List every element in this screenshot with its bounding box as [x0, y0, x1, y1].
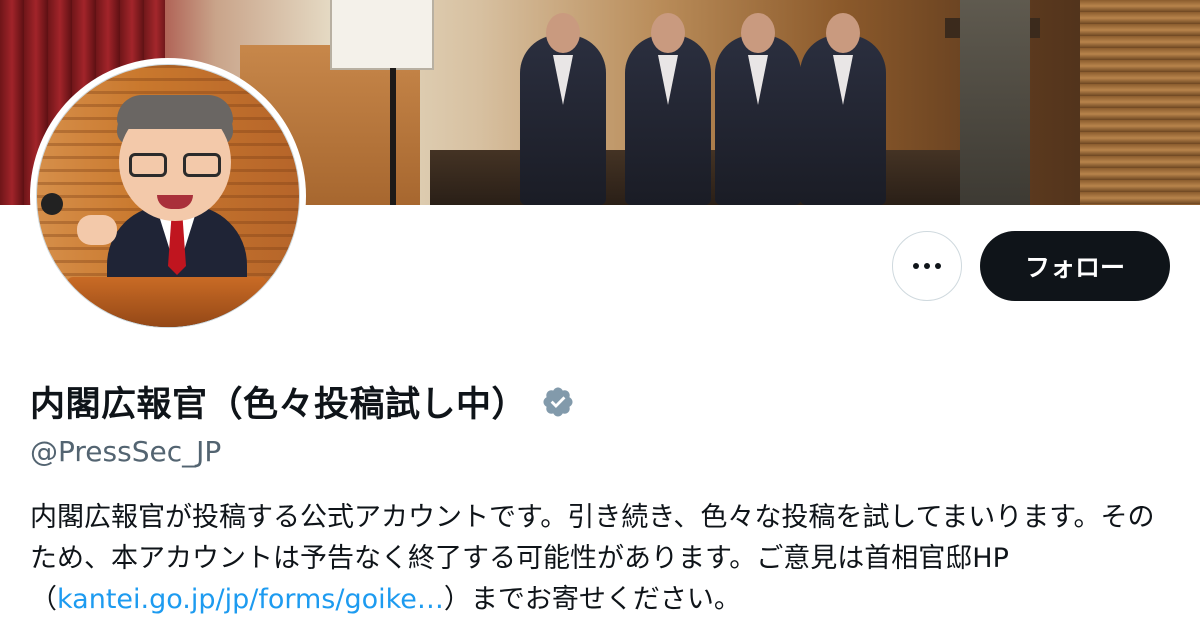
banner-person-standing [960, 0, 1030, 205]
display-name: 内閣広報官（色々投稿試し中） [30, 385, 528, 425]
more-horizontal-icon-dot [924, 263, 930, 269]
profile-avatar[interactable] [30, 58, 306, 334]
banner-person [800, 13, 886, 205]
profile-handle: @PressSec_JP [30, 435, 222, 468]
banner-stand [390, 68, 396, 205]
banner-blinds [1080, 0, 1200, 205]
profile-bio: 内閣広報官が投稿する公式アカウントです。引き続き、色々な投稿を試してまいります。… [30, 497, 1170, 620]
follow-button[interactable]: フォロー [980, 231, 1170, 301]
more-horizontal-icon-dot [935, 263, 941, 269]
more-horizontal-icon [913, 263, 919, 269]
banner-person [520, 13, 606, 205]
bio-link[interactable]: kantei.go.jp/jp/forms/goike… [57, 584, 444, 615]
banner-board [330, 0, 434, 70]
bio-text-end: ）までお寄せください。 [443, 584, 741, 615]
banner-person [715, 13, 801, 205]
banner-person [625, 13, 711, 205]
profile-name-row: 内閣広報官（色々投稿試し中） [30, 376, 575, 427]
more-options-button[interactable] [892, 231, 962, 301]
avatar-illustration [36, 64, 300, 328]
verified-badge-icon[interactable] [541, 385, 575, 419]
